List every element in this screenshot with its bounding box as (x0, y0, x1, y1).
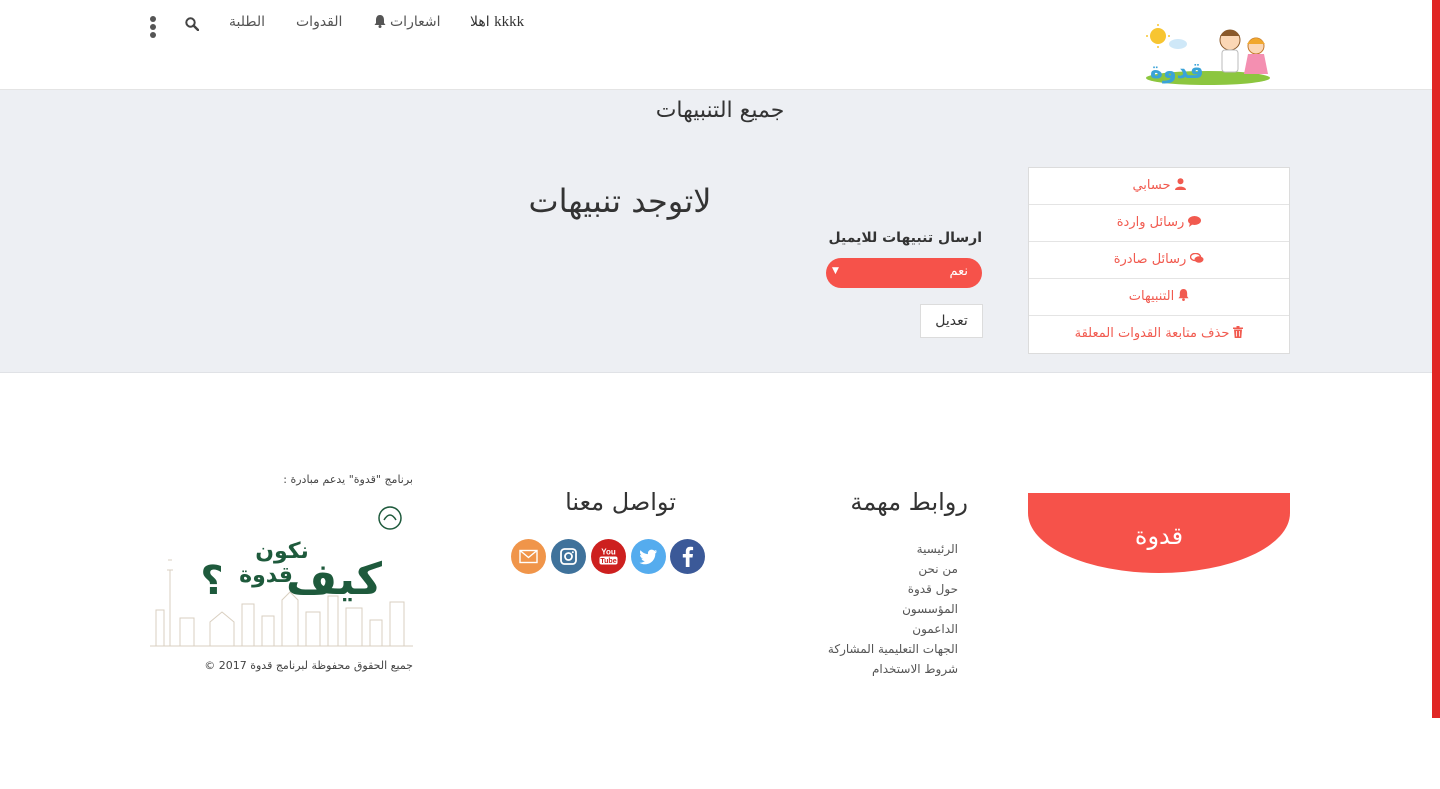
side-menu-notifications[interactable]: التنبيهات (1029, 279, 1289, 316)
user-icon (1174, 178, 1186, 190)
comment-icon (1188, 216, 1202, 227)
contact-us-title: تواصل معنا (565, 488, 676, 516)
side-menu-label: رسائل واردة (1116, 215, 1185, 230)
footer-link-terms[interactable]: شروط الاستخدام (760, 659, 958, 679)
facebook-icon (682, 546, 694, 567)
bell-icon (374, 15, 386, 28)
comments-icon (1190, 252, 1204, 263)
email-notifications-select[interactable]: نعم ▼ (826, 258, 982, 288)
campaign-question-mark: ؟ (200, 558, 223, 604)
search-icon[interactable] (185, 17, 199, 31)
caret-down-icon: ▼ (832, 266, 839, 276)
bell-icon (1178, 289, 1189, 301)
support-initiative-text: برنامج "قدوة" يدعم مبادرة : (283, 473, 413, 486)
account-side-menu: حسابي رسائل واردة رسائل صادرة التنبيهات (1028, 167, 1290, 354)
user-greeting[interactable]: اهلا kkkk (470, 14, 530, 31)
nav-notifications[interactable]: اشعارات (374, 14, 440, 30)
notifications-section: جميع التنبيهات حسابي رسائل واردة رسائل ص… (0, 90, 1440, 373)
instagram-icon (560, 548, 577, 565)
svg-text:قدوة: قدوة (1150, 59, 1204, 84)
facebook-link[interactable] (670, 539, 705, 574)
side-menu-my-account[interactable]: حسابي (1029, 168, 1289, 205)
important-links-title: روابط مهمة (850, 488, 968, 516)
greeting-label: اهلا (470, 14, 490, 30)
side-menu-outbox[interactable]: رسائل صادرة (1029, 242, 1289, 279)
side-menu-label: رسائل صادرة (1113, 252, 1187, 267)
edit-button[interactable]: تعديل (920, 304, 983, 338)
trash-icon (1233, 326, 1244, 338)
youtube-icon: You Tube (599, 548, 618, 565)
instagram-link[interactable] (551, 539, 586, 574)
svg-text:Tube: Tube (600, 558, 616, 565)
nav-notifications-label: اشعارات (390, 14, 441, 30)
page-title: جميع التنبيهات (655, 98, 785, 123)
username: kkkk (494, 14, 525, 30)
side-menu-inbox[interactable]: رسائل واردة (1029, 205, 1289, 242)
envelope-icon (519, 549, 538, 564)
kebab-menu-icon[interactable] (149, 16, 157, 40)
page-edge-strip (1432, 0, 1440, 718)
footer-brand-badge: قدوة (1028, 493, 1290, 573)
twitter-icon (639, 549, 657, 565)
nav-idols[interactable]: القدوات (296, 14, 342, 30)
footer-link-about-us[interactable]: من نحن (760, 559, 958, 579)
side-menu-label: التنبيهات (1128, 289, 1175, 304)
campaign-line-2: قدوة (239, 563, 293, 588)
svg-text:You: You (601, 548, 616, 557)
twitter-link[interactable] (631, 539, 666, 574)
youtube-link[interactable]: You Tube (591, 539, 626, 574)
footer-link-about-qudwa[interactable]: حول قدوة (760, 579, 958, 599)
copyright-text: جميع الحقوق محفوظة لبرنامج قدوة 2017 © (204, 659, 413, 672)
side-menu-label: حذف متابعة القدوات المعلقة (1074, 326, 1230, 341)
campaign-logo: نكون قدوة كيف ؟ (150, 506, 413, 647)
footer-link-partners[interactable]: الجهات التعليمية المشاركة (760, 639, 958, 659)
campaign-line-3: كيف (286, 554, 382, 605)
important-links-list: الرئيسية من نحن حول قدوة المؤسسون الداعم… (760, 539, 958, 679)
email-link[interactable] (511, 539, 546, 574)
nav-students[interactable]: الطلبة (229, 14, 265, 30)
qudwa-logo[interactable]: قدوة (1144, 22, 1272, 86)
footer-link-home[interactable]: الرئيسية (760, 539, 958, 559)
email-notifications-label: ارسال تنبيهات للايميل (828, 230, 983, 246)
footer-link-founders[interactable]: المؤسسون (760, 599, 958, 619)
side-menu-label: حسابي (1132, 178, 1171, 193)
empty-notifications-message: لاتوجد تنبيهات (528, 182, 712, 220)
select-value: نعم (949, 264, 968, 279)
side-menu-delete-pending[interactable]: حذف متابعة القدوات المعلقة (1029, 316, 1289, 353)
top-navbar: قدوة اهلا kkkk اشعارات القدوات الطلبة (0, 0, 1440, 90)
footer-link-supporters[interactable]: الداعمون (760, 619, 958, 639)
